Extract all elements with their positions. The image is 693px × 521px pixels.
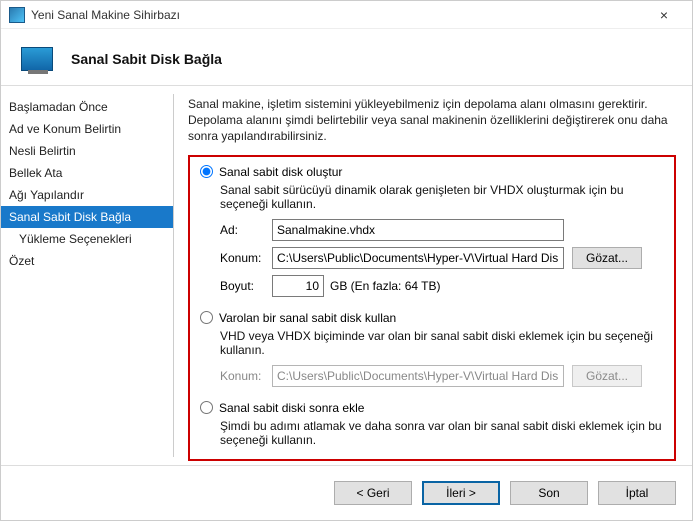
finish-button[interactable]: Son xyxy=(510,481,588,505)
sidebar-step-vhd[interactable]: Sanal Sabit Disk Bağla xyxy=(1,206,173,228)
name-label: Ad: xyxy=(220,223,272,237)
window-title: Yeni Sanal Makine Sihirbazı xyxy=(31,8,644,22)
options-highlight: Sanal sabit disk oluştur Sanal sabit sür… xyxy=(188,155,676,461)
cancel-button[interactable]: İptal xyxy=(598,481,676,505)
option-create-desc: Sanal sabit sürücüyü dinamik olarak geni… xyxy=(220,183,664,211)
option-existing-title: Varolan bir sanal sabit disk kullan xyxy=(219,311,396,325)
radio-later[interactable] xyxy=(200,401,213,414)
close-icon[interactable]: × xyxy=(644,7,684,23)
page-title: Sanal Sabit Disk Bağla xyxy=(71,51,222,67)
size-suffix: GB (En fazla: 64 TB) xyxy=(330,279,441,293)
sidebar-step-generation[interactable]: Nesli Belirtin xyxy=(1,140,173,162)
wizard-sidebar: Başlamadan Önce Ad ve Konum Belirtin Nes… xyxy=(1,86,173,465)
name-input[interactable] xyxy=(272,219,564,241)
sidebar-step-before-begin[interactable]: Başlamadan Önce xyxy=(1,96,173,118)
sidebar-step-summary[interactable]: Özet xyxy=(1,250,173,272)
intro-text: Sanal makine, işletim sistemini yükleyeb… xyxy=(188,96,676,145)
sidebar-step-install-options[interactable]: Yükleme Seçenekleri xyxy=(1,228,173,250)
app-icon xyxy=(9,7,25,23)
radio-existing[interactable] xyxy=(200,311,213,324)
option-create: Sanal sabit disk oluştur Sanal sabit sür… xyxy=(200,165,664,297)
radio-create[interactable] xyxy=(200,165,213,178)
option-later: Sanal sabit diski sonra ekle Şimdi bu ad… xyxy=(200,401,664,447)
sidebar-step-name-location[interactable]: Ad ve Konum Belirtin xyxy=(1,118,173,140)
wizard-body: Başlamadan Önce Ad ve Konum Belirtin Nes… xyxy=(1,86,692,465)
sidebar-step-network[interactable]: Ağı Yapılandır xyxy=(1,184,173,206)
wizard-icon xyxy=(21,47,53,71)
browse-button[interactable]: Gözat... xyxy=(572,247,642,269)
location-label: Konum: xyxy=(220,251,272,265)
wizard-header: Sanal Sabit Disk Bağla xyxy=(1,29,692,86)
size-label: Boyut: xyxy=(220,279,272,293)
option-later-title: Sanal sabit diski sonra ekle xyxy=(219,401,364,415)
existing-location-input xyxy=(272,365,564,387)
wizard-footer: < Geri İleri > Son İptal xyxy=(1,465,692,519)
option-existing: Varolan bir sanal sabit disk kullan VHD … xyxy=(200,311,664,387)
titlebar: Yeni Sanal Makine Sihirbazı × xyxy=(1,1,692,29)
location-input[interactable] xyxy=(272,247,564,269)
next-button[interactable]: İleri > xyxy=(422,481,500,505)
back-button[interactable]: < Geri xyxy=(334,481,412,505)
size-input[interactable] xyxy=(272,275,324,297)
existing-location-label: Konum: xyxy=(220,369,272,383)
option-existing-desc: VHD veya VHDX biçiminde var olan bir san… xyxy=(220,329,664,357)
option-create-title: Sanal sabit disk oluştur xyxy=(219,165,342,179)
sidebar-step-memory[interactable]: Bellek Ata xyxy=(1,162,173,184)
option-later-desc: Şimdi bu adımı atlamak ve daha sonra var… xyxy=(220,419,664,447)
wizard-content: Sanal makine, işletim sistemini yükleyeb… xyxy=(174,86,692,465)
existing-browse-button: Gözat... xyxy=(572,365,642,387)
